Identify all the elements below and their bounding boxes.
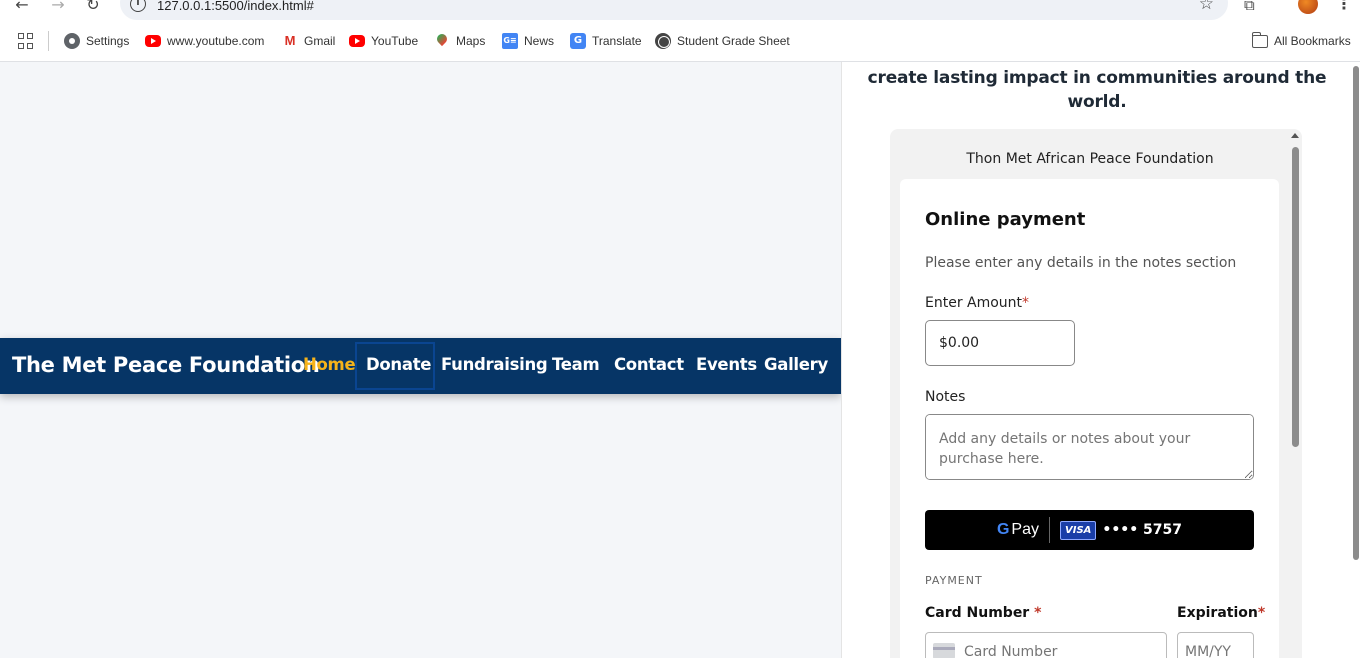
bookmark-label: Student Grade Sheet [677, 34, 790, 48]
site-brand[interactable]: The Met Peace Foundation [12, 353, 320, 377]
notes-textarea[interactable] [925, 414, 1254, 480]
youtube-icon [145, 35, 161, 47]
profile-avatar[interactable] [1298, 0, 1318, 14]
card-number-label-text: Card Number [925, 605, 1030, 621]
gear-icon [64, 33, 80, 49]
menu-kebab-icon[interactable]: ⋮ [1336, 0, 1352, 13]
required-mark: * [1022, 295, 1030, 311]
translate-icon: G [570, 33, 586, 49]
nav-team[interactable]: Team [552, 355, 600, 374]
expiration-label-text: Expiration [1177, 605, 1258, 621]
organization-name: Thon Met African Peace Foundation [966, 151, 1214, 167]
visa-card-icon: VISA [1059, 520, 1097, 540]
expiration-input[interactable] [1177, 632, 1254, 658]
card-number-input[interactable] [925, 632, 1167, 658]
extensions-icon[interactable]: ⧉ [1244, 0, 1264, 16]
google-g-icon: G [996, 521, 1010, 538]
nav-home[interactable]: Home [303, 355, 356, 374]
globe-icon [655, 33, 671, 49]
widget-scrollbar[interactable] [1289, 129, 1302, 658]
expiration-label: Expiration* [1177, 605, 1265, 621]
bookmark-label: Translate [592, 34, 642, 48]
site-info-icon[interactable]: i [130, 0, 146, 12]
news-icon: G≡ [502, 33, 518, 49]
youtube-icon [349, 35, 365, 47]
url-text[interactable]: 127.0.0.1:5500/index.html# [157, 0, 314, 13]
card-last-digits: •••• 5757 [1102, 522, 1183, 538]
bookmark-translate[interactable]: G Translate [570, 33, 642, 49]
all-bookmarks[interactable]: All Bookmarks [1252, 31, 1351, 49]
widget-scroll-thumb[interactable] [1292, 147, 1299, 447]
gpay-divider [1048, 517, 1050, 543]
bookmark-settings[interactable]: Settings [64, 33, 129, 49]
gpay-pay-text: Pay [1011, 521, 1039, 538]
bookmark-label: News [524, 34, 555, 48]
required-mark: * [1034, 605, 1042, 621]
bookmark-news[interactable]: G≡ News [502, 33, 554, 49]
address-bar[interactable]: i 127.0.0.1:5500/index.html# ☆ [120, 0, 1228, 20]
browser-toolbar: ← → ↻ i 127.0.0.1:5500/index.html# ☆ ⧉ ⋮ [0, 0, 1360, 20]
bookmarks-bar: Settings www.youtube.com M Gmail YouTube … [0, 20, 1360, 62]
bookmark-maps[interactable]: Maps [434, 33, 485, 49]
notes-label: Notes [925, 389, 966, 405]
page-scrollbar[interactable] [1352, 62, 1360, 658]
google-pay-button[interactable]: G Pay VISA •••• 5757 [925, 510, 1254, 550]
bookmark-star-icon[interactable]: ☆ [1199, 0, 1214, 14]
folder-icon [1252, 31, 1268, 48]
reload-icon[interactable]: ↻ [82, 0, 104, 18]
nav-fundraising[interactable]: Fundraising [441, 355, 548, 374]
payment-title: Online payment [925, 209, 1086, 230]
bookmarks-divider [48, 31, 49, 51]
nav-events[interactable]: Events [696, 355, 757, 374]
apps-grid-icon[interactable] [18, 33, 34, 49]
payment-form-card: Online payment Please enter any details … [900, 179, 1279, 658]
amount-input[interactable] [925, 320, 1075, 366]
credit-card-icon [933, 643, 955, 658]
card-number-label: Card Number * [925, 605, 1041, 621]
required-mark: * [1257, 605, 1266, 621]
forward-arrow-icon[interactable]: → [47, 0, 69, 18]
payment-section-label: PAYMENT [925, 574, 983, 587]
bookmark-label: www.youtube.com [167, 34, 265, 48]
bookmark-label: Gmail [304, 34, 336, 48]
bookmark-label: YouTube [371, 34, 419, 48]
amount-label: Enter Amount* [925, 295, 1029, 311]
gmail-icon: M [284, 33, 296, 48]
site-navbar: The Met Peace Foundation Home Donate Fun… [0, 338, 841, 394]
scroll-up-arrow-icon[interactable] [1291, 133, 1299, 138]
nav-donate[interactable]: Donate [366, 355, 432, 374]
bookmark-youtube[interactable]: YouTube [349, 33, 418, 49]
payment-widget: Thon Met African Peace Foundation Online… [890, 129, 1302, 658]
page-scroll-thumb[interactable] [1353, 66, 1359, 560]
intro-text: create lasting impact in communities aro… [867, 68, 1327, 112]
bookmark-label: Maps [456, 34, 486, 48]
bookmark-label: Settings [86, 34, 130, 48]
bookmark-gmail[interactable]: M Gmail [282, 33, 336, 49]
donation-panel: create lasting impact in communities aro… [841, 62, 1360, 658]
amount-label-text: Enter Amount [925, 295, 1023, 311]
nav-contact[interactable]: Contact [614, 355, 684, 374]
bookmark-youtube-com[interactable]: www.youtube.com [145, 33, 264, 49]
payment-description: Please enter any details in the notes se… [925, 255, 1237, 271]
nav-gallery[interactable]: Gallery [764, 355, 828, 374]
back-arrow-icon[interactable]: ← [11, 0, 33, 18]
bookmark-student-grade-sheet[interactable]: Student Grade Sheet [655, 33, 790, 49]
all-bookmarks-label: All Bookmarks [1274, 34, 1351, 48]
maps-icon [434, 33, 450, 49]
